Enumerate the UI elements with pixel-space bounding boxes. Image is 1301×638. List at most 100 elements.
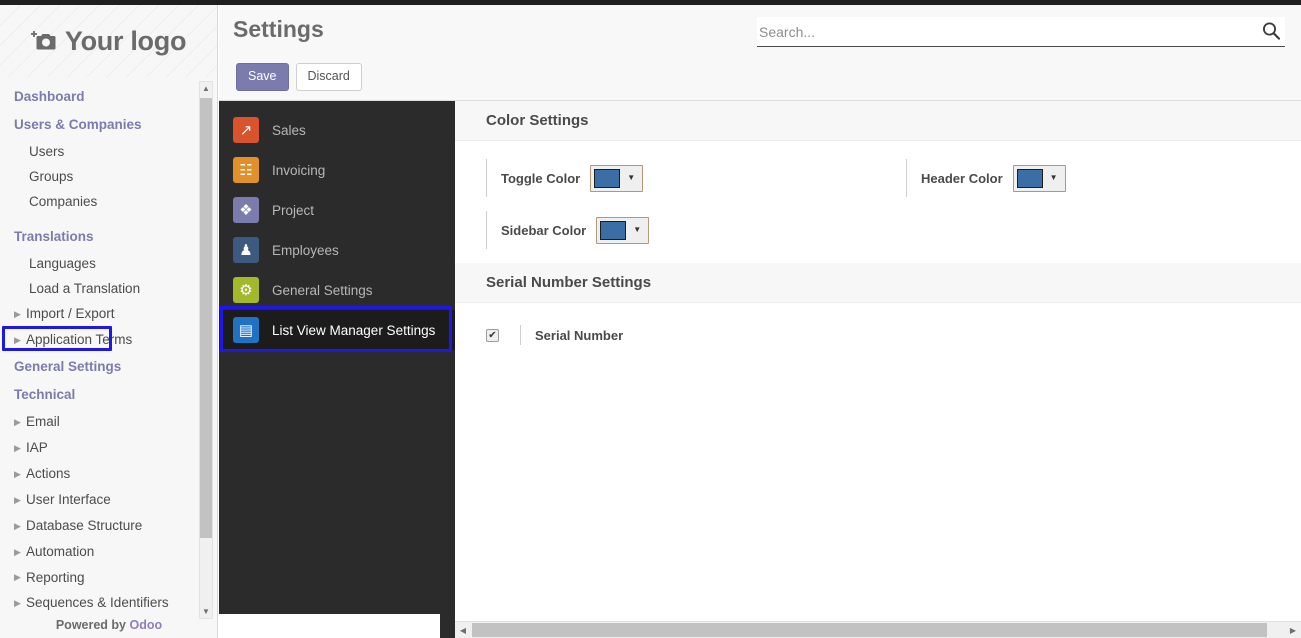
sidebar-item-groups[interactable]: Groups <box>0 164 218 189</box>
chevron-down-icon[interactable]: ▼ <box>1050 174 1058 182</box>
sidebar-spacer <box>0 214 218 223</box>
gear-icon: ⚙ <box>233 277 259 303</box>
field-serial-number: Serial Number <box>520 325 633 345</box>
header-color-picker[interactable]: ▼ <box>1013 165 1066 192</box>
sidebar-item-label: Sequences & Identifiers <box>26 595 169 610</box>
sidebar-item-actions[interactable]: ▶Actions <box>0 461 218 487</box>
save-button[interactable]: Save <box>236 63 289 91</box>
sidebar-item-companies[interactable]: Companies <box>0 189 218 214</box>
settings-content: Color Settings Toggle Color ▼ Header Col… <box>455 101 1301 614</box>
sidebar-item-import-export[interactable]: ▶Import / Export <box>0 301 218 327</box>
sidebar-item-reporting[interactable]: ▶Reporting <box>0 565 218 591</box>
discard-button[interactable]: Discard <box>296 63 362 91</box>
sidebar-item-technical[interactable]: Technical <box>0 381 218 409</box>
scroll-up-arrow[interactable]: ▲ <box>200 82 212 95</box>
app-root: Your logo Dashboard Users & Companies User… <box>0 0 1301 638</box>
sidebar-item-user-interface[interactable]: ▶User Interface <box>0 487 218 513</box>
page-header: Settings Save Discard <box>219 5 1301 101</box>
sidebar-item-label: Translations <box>14 229 94 244</box>
sidebar-item-label: Automation <box>26 544 94 559</box>
search-icon[interactable] <box>1261 21 1281 41</box>
powered-by: Powered by Odoo <box>0 612 218 638</box>
sidebar-item-dashboard[interactable]: Dashboard <box>0 83 218 111</box>
sidebar-item-label: Application Terms <box>26 332 132 347</box>
sidebar-item-label: Reporting <box>26 570 85 585</box>
sales-chart-icon: ↗ <box>233 117 259 143</box>
sidebar-item-label: General Settings <box>14 359 121 374</box>
sidebar-item-load-a-translation[interactable]: Load a Translation <box>0 276 218 301</box>
sidebar-item-database-structure[interactable]: ▶Database Structure <box>0 513 218 539</box>
app-item-list-view-manager-settings[interactable]: ▤ List View Manager Settings <box>219 310 455 350</box>
sidebar-item-label: Dashboard <box>14 89 85 104</box>
field-label-toggle-color: Toggle Color <box>501 171 580 186</box>
h-scrollbar-thumb[interactable] <box>472 623 1267 637</box>
app-item-project[interactable]: ❖ Project <box>219 190 455 230</box>
odoo-link[interactable]: Odoo <box>130 618 163 632</box>
list-view-icon: ▤ <box>233 317 259 343</box>
app-item-label: Invoicing <box>272 163 325 178</box>
chevron-down-icon[interactable]: ▼ <box>627 174 635 182</box>
sidebar-item-translations[interactable]: Translations <box>0 223 218 251</box>
logo-text: Your logo <box>65 26 186 57</box>
search-bar[interactable] <box>757 17 1285 47</box>
sidebar-color-swatch[interactable] <box>600 221 626 240</box>
chevron-right-icon: ▶ <box>14 305 24 324</box>
sidebar-item-label: Users <box>29 144 64 159</box>
sidebar-item-application-terms[interactable]: ▶Application Terms <box>0 327 218 353</box>
app-item-label: General Settings <box>272 283 373 298</box>
serial-number-checkbox[interactable]: ✔ <box>486 329 499 342</box>
section-title-serial-number-settings: Serial Number Settings <box>455 263 1301 303</box>
sidebar-item-label: IAP <box>26 440 48 455</box>
field-toggle-color: Toggle Color ▼ <box>486 159 906 197</box>
sidebar-vertical-scrollbar[interactable]: ▲ ▼ <box>199 81 213 619</box>
content-horizontal-scrollbar[interactable]: ◀ ▶ <box>455 621 1301 638</box>
sidebar-item-label: Users & Companies <box>14 117 142 132</box>
field-label-header-color: Header Color <box>921 171 1003 186</box>
sidebar-item-iap[interactable]: ▶IAP <box>0 435 218 461</box>
chevron-down-icon[interactable]: ▼ <box>633 226 641 234</box>
project-puzzle-icon: ❖ <box>233 197 259 223</box>
chevron-right-icon: ▶ <box>14 331 24 350</box>
chevron-right-icon: ▶ <box>14 465 24 484</box>
chevron-right-icon: ▶ <box>14 594 24 613</box>
chevron-right-icon: ▶ <box>14 568 24 587</box>
scroll-left-arrow[interactable]: ◀ <box>455 622 471 638</box>
sidebar-item-label: Database Structure <box>26 518 142 533</box>
sidebar-item-languages[interactable]: Languages <box>0 251 218 276</box>
sidebar-color-picker[interactable]: ▼ <box>596 217 649 244</box>
app-item-label: List View Manager Settings <box>272 323 435 338</box>
invoice-doc-icon: ☷ <box>233 157 259 183</box>
logo-area[interactable]: Your logo <box>0 5 217 77</box>
app-item-sales[interactable]: ↗ Sales <box>219 110 455 150</box>
camera-plus-icon <box>31 29 57 53</box>
app-item-label: Project <box>272 203 314 218</box>
sidebar-item-users-companies[interactable]: Users & Companies <box>0 111 218 139</box>
serial-number-settings-body: ✔ Serial Number <box>455 303 1301 345</box>
sidebar-item-label: User Interface <box>26 492 111 507</box>
page-title: Settings <box>233 16 324 43</box>
app-item-employees[interactable]: ♟ Employees <box>219 230 455 270</box>
sidebar-item-email[interactable]: ▶Email <box>0 409 218 435</box>
app-item-invoicing[interactable]: ☷ Invoicing <box>219 150 455 190</box>
scrollbar-thumb[interactable] <box>200 98 212 538</box>
sidebar-item-label: Import / Export <box>26 306 115 321</box>
sidebar-item-general-settings[interactable]: General Settings <box>0 353 218 381</box>
search-input[interactable] <box>757 24 1237 40</box>
sidebar-item-users[interactable]: Users <box>0 139 218 164</box>
sidebar-item-automation[interactable]: ▶Automation <box>0 539 218 565</box>
toggle-color-swatch[interactable] <box>594 169 620 188</box>
header-color-swatch[interactable] <box>1017 169 1043 188</box>
field-sidebar-color: Sidebar Color ▼ <box>486 211 906 249</box>
chevron-right-icon: ▶ <box>14 413 24 432</box>
app-item-label: Sales <box>272 123 306 138</box>
employees-icon: ♟ <box>233 237 259 263</box>
sidebar-item-label: Technical <box>14 387 75 402</box>
left-sidebar: Your logo Dashboard Users & Companies User… <box>0 5 218 638</box>
toggle-color-picker[interactable]: ▼ <box>590 165 643 192</box>
apps-settings-nav: ↗ Sales ☷ Invoicing ❖ Project ♟ Employees ⚙ Gener… <box>219 101 455 614</box>
app-item-label: Employees <box>272 243 339 258</box>
app-item-general-settings[interactable]: ⚙ General Settings <box>219 270 455 310</box>
scroll-right-arrow[interactable]: ▶ <box>1285 622 1301 638</box>
field-label-serial-number: Serial Number <box>535 328 623 343</box>
field-label-sidebar-color: Sidebar Color <box>501 223 586 238</box>
